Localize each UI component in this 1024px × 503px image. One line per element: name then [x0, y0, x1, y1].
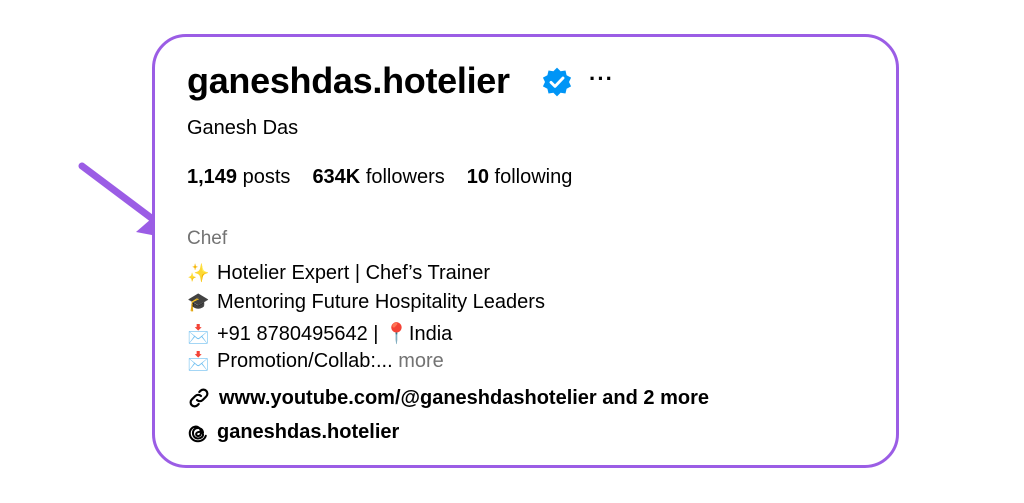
profile-username: ganeshdas.hotelier: [187, 60, 510, 101]
bio-line: 📩 Promotion/Collab:... more: [187, 350, 444, 373]
bio-line-text: Mentoring Future Hospitality Leaders: [217, 291, 545, 313]
stat-following-count: 10: [466, 166, 489, 188]
stat-followers-label: followers: [365, 166, 445, 188]
threads-icon: [188, 425, 207, 442]
graduation-cap-icon: 🎓: [187, 292, 210, 312]
stat-following-label: following: [494, 166, 573, 188]
bio-line: ✨ Hotelier Expert | Chef’s Trainer: [187, 262, 490, 285]
profile-stats: 1,149 posts 634K followers 10 following: [187, 166, 594, 189]
stat-followers-count: 634K: [312, 166, 361, 188]
bio-more-link[interactable]: more: [398, 350, 444, 372]
threads-link-text: ganeshdas.hotelier: [217, 421, 400, 443]
inbox-tray-icon: 📩: [187, 351, 210, 371]
bio-line-text: +91 8780495642 | 📍India: [217, 323, 453, 345]
bio-line-text: Promotion/Collab:...: [217, 350, 393, 372]
threads-link[interactable]: ganeshdas.hotelier: [187, 421, 399, 444]
stat-following[interactable]: 10 following: [467, 166, 573, 189]
bio-line: 📩 +91 8780495642 | 📍India: [187, 321, 452, 346]
sparkles-icon: ✨: [187, 263, 210, 283]
stat-posts[interactable]: 1,149 posts: [187, 166, 290, 189]
stat-posts-label: posts: [242, 166, 291, 188]
stat-followers[interactable]: 634K followers: [312, 166, 444, 189]
bio-line-text: Hotelier Expert | Chef’s Trainer: [217, 262, 491, 284]
stat-posts-count: 1,149: [187, 166, 238, 188]
verified-badge-icon: [542, 67, 572, 97]
more-options-button[interactable]: ···: [589, 66, 614, 92]
inbox-tray-icon: 📩: [187, 324, 210, 344]
external-link-text: www.youtube.com/@ganeshdashotelier and 2…: [219, 386, 709, 409]
link-icon: [189, 388, 209, 408]
profile-category: Chef: [187, 228, 228, 249]
external-link[interactable]: www.youtube.com/@ganeshdashotelier and 2…: [187, 386, 709, 410]
bio-line: 🎓 Mentoring Future Hospitality Leaders: [187, 291, 545, 314]
profile-full-name: Ganesh Das: [187, 117, 299, 139]
